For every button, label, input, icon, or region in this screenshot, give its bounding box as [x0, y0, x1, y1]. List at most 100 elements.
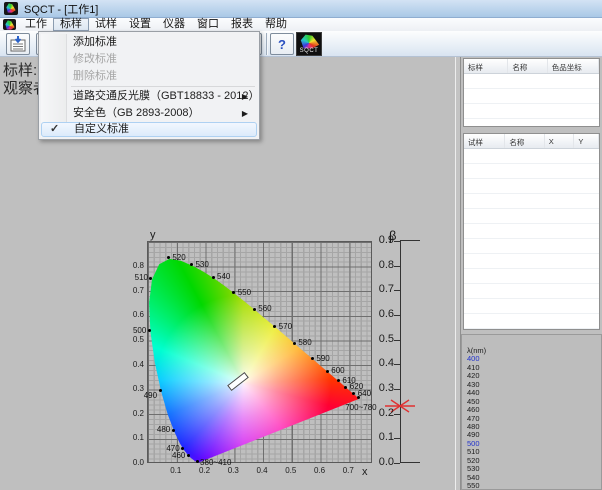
wavelength-value-480: 480 [467, 423, 601, 431]
beta-tick-label: 0.1 [368, 431, 394, 443]
standards-table-body[interactable] [464, 74, 599, 126]
menu-item-4[interactable]: 道路交通反光膜（GBT18833 - 2012）▶ [41, 88, 257, 105]
locus-point-700~780 [357, 396, 360, 399]
locus-label-460: 460 [165, 451, 185, 460]
x-tick-label: 0.2 [196, 466, 214, 475]
standard-menu-popup: 添加标准修改标准删除标准道路交通反光膜（GBT18833 - 2012）▶安全色… [38, 31, 260, 140]
chart-plot-area[interactable] [147, 241, 372, 463]
checkmark-icon: ✓ [50, 123, 59, 136]
locus-point-540 [212, 276, 215, 279]
wavelength-value-440: 440 [467, 389, 601, 397]
locus-point-590 [311, 357, 314, 360]
wavelength-value-400: 400 [467, 355, 601, 363]
beta-tick-mark [394, 414, 400, 415]
wavelength-value-460: 460 [467, 406, 601, 414]
beta-tick-label: 0.7 [368, 283, 394, 295]
beta-tick-mark [394, 241, 400, 242]
wavelength-panel: λ(nm)40041042043044045046047048049050051… [461, 334, 602, 490]
submenu-arrow-icon: ▶ [242, 88, 248, 105]
locus-label-490: 490 [137, 391, 157, 400]
samples-table-body[interactable] [464, 149, 599, 329]
wavelength-list: λ(nm)40041042043044045046047048049050051… [467, 347, 601, 490]
locus-label-600: 600 [331, 366, 344, 375]
column-header-samples-3[interactable]: Y [574, 134, 599, 148]
column-header-samples-2[interactable]: X [545, 134, 575, 148]
menu-item-2: 删除标准 [41, 68, 257, 85]
beta-tick-label: 0.8 [368, 259, 394, 271]
menu-popup-items: 添加标准修改标准删除标准道路交通反光膜（GBT18833 - 2012）▶安全色… [41, 34, 257, 137]
x-tick-label: 0.4 [253, 466, 271, 475]
y-tick-label: 0.2 [124, 409, 144, 418]
wavelength-list-header: λ(nm) [467, 347, 601, 355]
column-header-samples-0[interactable]: 试样 [464, 134, 505, 148]
x-tick-label: 0.1 [167, 466, 185, 475]
beta-tick-mark [394, 315, 400, 316]
beta-tick-label: 0.2 [368, 407, 394, 419]
locus-label-500: 500 [126, 326, 146, 335]
samples-table[interactable]: 试样名称XY [463, 133, 600, 330]
x-tick-label: 0.5 [282, 466, 300, 475]
locus-label-540: 540 [217, 272, 230, 281]
locus-label-560: 560 [258, 304, 271, 313]
y-tick-label: 0.8 [124, 261, 144, 270]
locus-point-560 [253, 308, 256, 311]
beta-tick-label: 0.4 [368, 357, 394, 369]
wavelength-value-530: 530 [467, 465, 601, 473]
locus-point-380~410 [196, 460, 199, 463]
sqct-window: SQCT - [工作1] 工作标样试样设置仪器窗口报表帮助 [0, 0, 602, 490]
locus-label-570: 570 [279, 322, 292, 331]
y-tick-label: 0.1 [124, 433, 144, 442]
beta-tick-mark [394, 438, 400, 439]
locus-label-380~410: 380~410 [200, 458, 231, 467]
column-header-standards-0[interactable]: 标样 [464, 59, 508, 73]
column-header-samples-1[interactable]: 名称 [505, 134, 544, 148]
menu-item-1: 修改标准 [41, 51, 257, 68]
wavelength-value-410: 410 [467, 364, 601, 372]
locus-label-480: 480 [150, 425, 170, 434]
beta-axis-line [400, 241, 401, 463]
y-tick-label: 0.7 [124, 286, 144, 295]
y-tick-label: 0.0 [124, 458, 144, 467]
locus-label-580: 580 [298, 338, 311, 347]
beta-tick-mark [394, 389, 400, 390]
wavelength-value-510: 510 [467, 448, 601, 456]
x-tick-label: 0.3 [224, 466, 242, 475]
beta-tick-mark [394, 290, 400, 291]
beta-tick-label: 0.9 [368, 234, 394, 246]
y-tick-label: 0.5 [124, 335, 144, 344]
wavelength-value-450: 450 [467, 398, 601, 406]
menu-item-5[interactable]: 安全色（GB 2893-2008）▶ [41, 105, 257, 122]
menu-item-0[interactable]: 添加标准 [41, 34, 257, 51]
wavelength-value-550: 550 [467, 482, 601, 490]
standards-table-header: 标样名称色品坐标 [464, 59, 599, 74]
beta-axis-bottom-bar [400, 462, 420, 463]
column-header-standards-2[interactable]: 色品坐标 [548, 59, 599, 73]
wavelength-value-500: 500 [467, 440, 601, 448]
locus-label-530: 530 [195, 260, 208, 269]
submenu-arrow-icon: ▶ [242, 105, 248, 122]
standards-table[interactable]: 标样名称色品坐标 [463, 58, 600, 127]
menu-separator [71, 86, 255, 87]
beta-tick-mark [394, 364, 400, 365]
locus-label-520: 520 [172, 253, 185, 262]
column-header-standards-1[interactable]: 名称 [508, 59, 547, 73]
y-axis-label: y [150, 229, 156, 241]
x-axis-label: x [362, 466, 368, 478]
beta-tick-mark [394, 266, 400, 267]
chromaticity-gamut [148, 242, 373, 464]
beta-tick-mark [394, 340, 400, 341]
locus-point-490 [159, 389, 162, 392]
locus-point-480 [172, 429, 175, 432]
menu-item-6[interactable]: 自定义标准✓ [41, 122, 257, 137]
wavelength-value-430: 430 [467, 381, 601, 389]
x-tick-label: 0.6 [311, 466, 329, 475]
beta-axis-top-bar [400, 240, 420, 241]
locus-label-550: 550 [238, 288, 251, 297]
y-tick-label: 0.6 [124, 310, 144, 319]
beta-tick-label: 0.3 [368, 382, 394, 394]
wavelength-value-470: 470 [467, 415, 601, 423]
beta-tick-mark [394, 463, 400, 464]
x-tick-label: 0.7 [339, 466, 357, 475]
locus-label-590: 590 [316, 354, 329, 363]
locus-point-580 [293, 342, 296, 345]
